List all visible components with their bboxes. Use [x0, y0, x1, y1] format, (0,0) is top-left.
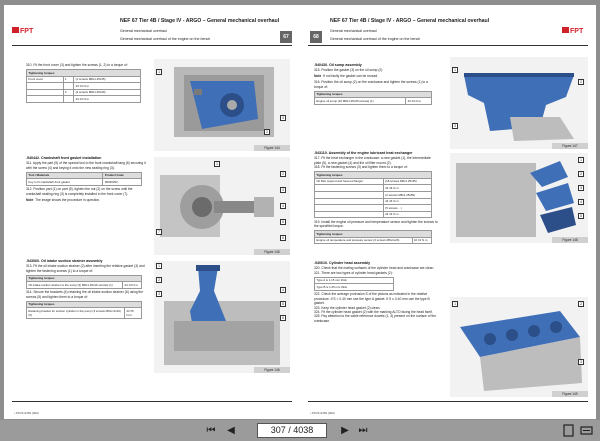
- callout-1: 1: [452, 67, 458, 73]
- footer-rule: [12, 401, 292, 402]
- section-543110: .543110. Assembly of the engine lubrican…: [314, 151, 438, 245]
- page-subtitle-2: General mechanical overhaul of the engin…: [120, 37, 211, 41]
- section-543060: .543060. Oil intake suction strainer ass…: [25, 259, 145, 320]
- header-rule: [12, 45, 292, 46]
- callout-3: 3: [280, 115, 286, 121]
- figure-149: 1 2 3 Figure 149: [450, 297, 588, 397]
- figure-145: 1 2 3 4 5 6 7 Figure 145: [154, 157, 290, 255]
- page-subtitle-2: General mechanical overhaul of the engin…: [330, 37, 421, 41]
- tool-table: Tool / Materials Product Code Key to fit …: [25, 171, 142, 186]
- figure-144: 1 2 3 Figure 144: [154, 59, 290, 151]
- header-rule: [308, 45, 588, 46]
- section-540442: .540442. Crankshaft front gasket install…: [25, 156, 146, 202]
- callout-4: 4: [578, 199, 584, 205]
- torque-table: Tightening torques Retaining bracket for…: [26, 300, 143, 320]
- callout-2: 2: [578, 79, 584, 85]
- next-page-icon[interactable]: ▶: [338, 424, 352, 437]
- page-navigation-toolbar: ⏮ ◀ 307 / 4038 ▶ ⏭: [0, 420, 600, 441]
- section-540610: .540610. Cylinder head assembly 320. Che…: [314, 261, 437, 323]
- page-subtitle: General mechanical overhaul: [330, 29, 377, 33]
- page-title: NEF 67 Tier 4B / Stage IV - ARGO – Gener…: [120, 18, 280, 24]
- figure-caption: Figure 145: [254, 249, 290, 255]
- figure-caption: Figure 148: [552, 237, 588, 243]
- callout-1: 1: [156, 263, 162, 269]
- callout-6: 6: [280, 315, 286, 321]
- callout-4: 4: [280, 287, 286, 293]
- callout-2: 2: [578, 171, 584, 177]
- callout-7: 7: [156, 229, 162, 235]
- footer-rule: [308, 401, 588, 402]
- figure-caption: Figure 149: [552, 391, 588, 397]
- fit-page-icon[interactable]: [562, 424, 575, 437]
- callout-1: 1: [214, 161, 220, 167]
- left-page: FPT NEF 67 Tier 4B / Stage IV - ARGO – G…: [4, 5, 300, 419]
- page-header: 68 NEF 67 Tier 4B / Stage IV - ARGO – Ge…: [300, 11, 596, 45]
- engine-front-cover-illustration: [174, 67, 274, 137]
- torque-table: Tightening torques Front cover 1 (1 screws…: [26, 68, 141, 103]
- callout-3: 3: [578, 185, 584, 191]
- gasket-table: Type A is 1.15 mm thick Type B is 1.25 m…: [314, 276, 394, 291]
- callout-5: 5: [280, 219, 286, 225]
- fit-width-icon[interactable]: [580, 424, 593, 437]
- torque-table: Tightening torques Engine oil sump (22 M…: [313, 90, 432, 105]
- page-number: 67: [280, 31, 292, 43]
- callout-1: 1: [452, 301, 458, 307]
- prev-page-icon[interactable]: ◀: [224, 424, 238, 437]
- callout-3: 3: [578, 359, 584, 365]
- callout-3: 3: [280, 187, 286, 193]
- section-540430: .540430. Oil sump assembly 315. Position…: [313, 63, 436, 106]
- fpt-logo: FPT: [12, 27, 34, 35]
- fpt-logo: FPT: [562, 27, 584, 35]
- cylinder-head-gasket-illustration: [460, 311, 582, 391]
- oil-suction-strainer-illustration: [164, 265, 280, 365]
- page-footer: • P3CR13489 (0EN): [14, 411, 40, 415]
- page-subtitle: General mechanical overhaul: [120, 29, 167, 33]
- torque-table: Tightening torques Engine oil temperatur…: [314, 230, 433, 245]
- figure-146: 1 2 3 4 5 6 Figure 146: [154, 261, 290, 373]
- figure-caption: Figure 147: [552, 143, 588, 149]
- callout-1: 1: [156, 69, 162, 75]
- callout-1: 1: [578, 157, 584, 163]
- page-title: NEF 67 Tier 4B / Stage IV - ARGO – Gener…: [330, 18, 490, 24]
- page-footer: • P3CR13489 (0EN): [310, 411, 336, 415]
- callout-6: 6: [280, 235, 286, 241]
- right-page: 68 NEF 67 Tier 4B / Stage IV - ARGO – Ge…: [300, 5, 596, 419]
- figure-147: 1 2 3 Figure 147: [450, 57, 588, 149]
- crankshaft-gasket-tool-illustration: [160, 175, 274, 237]
- callout-2: 2: [156, 277, 162, 283]
- callout-2: 2: [578, 301, 584, 307]
- callout-5: 5: [280, 301, 286, 307]
- page-number-input[interactable]: 307 / 4038: [257, 423, 327, 438]
- callout-2: 2: [264, 129, 270, 135]
- callout-5: 5: [578, 213, 584, 219]
- callout-3: 3: [156, 291, 162, 297]
- torque-table: Tightening torques Oil filter support an…: [314, 171, 433, 219]
- step-310: 310. Fit the front cover (3) and tighten…: [26, 63, 144, 104]
- callout-4: 4: [280, 203, 286, 209]
- torque-table: Tightening torques Oil intake suction st…: [25, 274, 142, 289]
- figure-148: 1 2 3 4 5 Figure 148: [450, 153, 588, 243]
- heat-exchanger-illustration: [456, 161, 576, 237]
- svg-text:FPT: FPT: [20, 28, 34, 35]
- callout-2: 2: [280, 171, 286, 177]
- callout-3: 3: [452, 123, 458, 129]
- first-page-icon[interactable]: ⏮: [204, 424, 218, 437]
- svg-text:FPT: FPT: [570, 28, 584, 35]
- page-header: FPT NEF 67 Tier 4B / Stage IV - ARGO – G…: [4, 11, 300, 45]
- pdf-viewer: FPT NEF 67 Tier 4B / Stage IV - ARGO – G…: [0, 0, 600, 441]
- figure-caption: Figure 144: [254, 145, 290, 151]
- page-number: 68: [310, 31, 322, 43]
- figure-caption: Figure 146: [254, 367, 290, 373]
- oil-sump-illustration: [464, 73, 574, 141]
- last-page-icon[interactable]: ⏭: [356, 424, 370, 437]
